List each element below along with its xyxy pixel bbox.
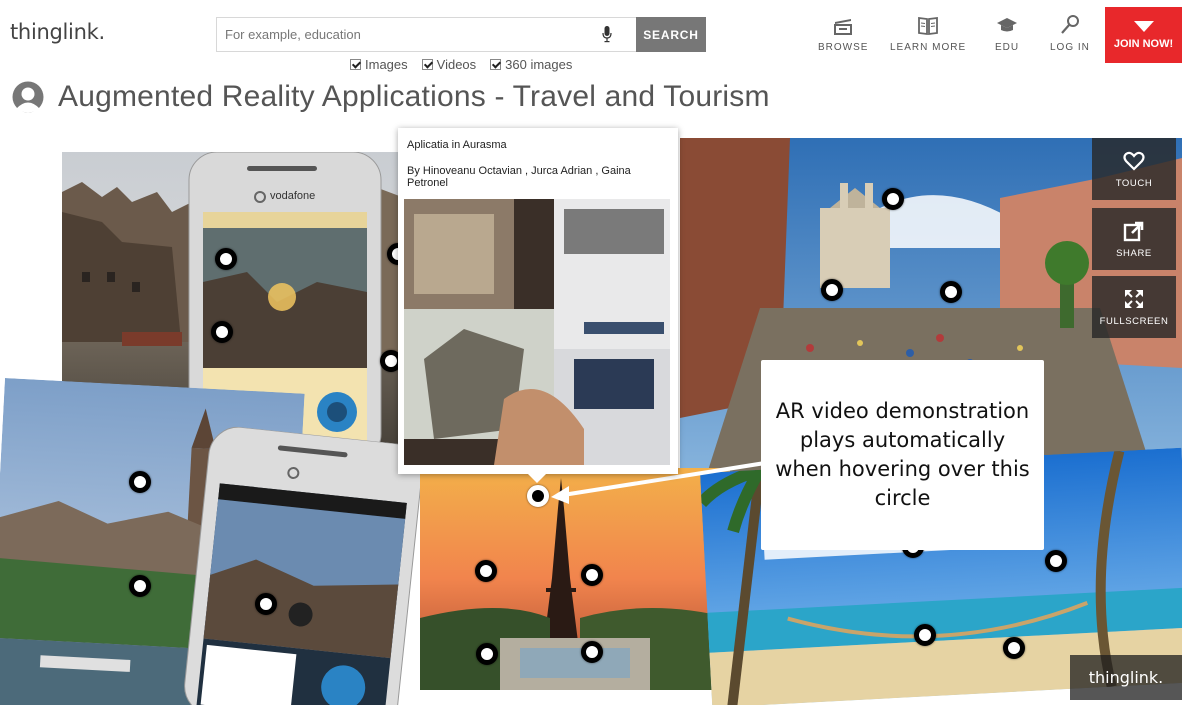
hotspot[interactable] — [255, 593, 277, 615]
search-filters: Images Videos 360 images — [350, 57, 572, 72]
hotspot[interactable] — [882, 188, 904, 210]
nav-log-in[interactable]: LOG IN — [1050, 14, 1090, 53]
join-now-button[interactable]: JOIN NOW! — [1105, 7, 1182, 63]
hotspot[interactable] — [581, 641, 603, 663]
search-input[interactable] — [216, 17, 636, 52]
nav-edu[interactable]: EDU — [995, 14, 1019, 53]
microphone-icon[interactable] — [602, 26, 612, 43]
nav-label: LEARN MORE — [890, 42, 967, 53]
hotspot[interactable] — [1045, 550, 1067, 572]
title-row: Augmented Reality Applications - Travel … — [10, 80, 770, 114]
hotspot[interactable] — [940, 281, 962, 303]
hotspot[interactable] — [821, 279, 843, 301]
callout-note: AR video demonstration plays automatical… — [761, 360, 1044, 550]
nav-learn-more[interactable]: LEARN MORE — [890, 14, 966, 53]
hotspot[interactable] — [476, 643, 498, 665]
hotspot-popup[interactable]: Aplicatia in Aurasma By Hinoveanu Octavi… — [398, 128, 678, 483]
browse-icon — [834, 19, 853, 35]
filter-images[interactable]: Images — [350, 57, 408, 72]
phone-vodafone-nijmegen — [180, 424, 429, 705]
filter-videos[interactable]: Videos — [421, 57, 477, 72]
filter-label: 360 images — [505, 57, 573, 72]
share-icon — [1123, 221, 1144, 241]
filter-label: Videos — [436, 57, 477, 72]
nav-browse[interactable]: BROWSE — [818, 14, 868, 53]
watermark-text: thinglink. — [1088, 668, 1164, 687]
hotspot[interactable] — [475, 560, 497, 582]
fullscreen-button[interactable]: FULLSCREEN — [1092, 276, 1176, 338]
side-button-label: SHARE — [1116, 247, 1152, 259]
thinglink-watermark[interactable]: thinglink. — [1070, 655, 1182, 700]
thinglink-logo[interactable]: thinglink. — [10, 20, 105, 44]
popup-title: Aplicatia in Aurasma — [407, 139, 507, 151]
graduation-cap-icon — [997, 18, 1018, 32]
search-bar: SEARCH — [216, 17, 706, 52]
filter-360-images[interactable]: 360 images — [490, 57, 572, 72]
callout-text: AR video demonstration plays automatical… — [775, 399, 1030, 510]
book-icon — [918, 16, 938, 36]
arrow-down-icon — [1133, 20, 1154, 32]
join-label: JOIN NOW! — [1113, 37, 1174, 50]
touch-button[interactable]: TOUCH — [1092, 138, 1176, 200]
page-title: Augmented Reality Applications - Travel … — [58, 80, 770, 113]
nav-label: EDU — [995, 42, 1020, 53]
key-icon — [1061, 15, 1079, 34]
avatar[interactable] — [10, 81, 46, 114]
popup-video-preview[interactable] — [404, 199, 670, 465]
filter-label: Images — [365, 57, 408, 72]
side-button-label: FULLSCREEN — [1099, 315, 1169, 327]
checkbox-images[interactable] — [350, 59, 361, 70]
popup-byline: By Hinoveanu Octavian , Jurca Adrian , G… — [407, 165, 631, 189]
hotspot[interactable] — [914, 624, 936, 646]
hotspot[interactable] — [129, 575, 151, 597]
heart-icon — [1123, 151, 1145, 171]
share-button[interactable]: SHARE — [1092, 208, 1176, 270]
hotspot[interactable] — [211, 321, 233, 343]
nav-label: LOG IN — [1050, 42, 1090, 53]
fullscreen-icon — [1125, 289, 1143, 308]
checkbox-videos[interactable] — [421, 59, 433, 70]
side-button-label: TOUCH — [1115, 177, 1153, 189]
hotspot[interactable] — [1003, 637, 1025, 659]
hotspot[interactable] — [129, 471, 151, 493]
hotspot[interactable] — [215, 248, 237, 270]
checkbox-360-images[interactable] — [490, 59, 502, 70]
search-button[interactable]: SEARCH — [636, 17, 706, 52]
phone-brand-label: vodafone — [270, 190, 316, 202]
nav-label: BROWSE — [818, 42, 869, 53]
hotspot[interactable] — [581, 564, 603, 586]
